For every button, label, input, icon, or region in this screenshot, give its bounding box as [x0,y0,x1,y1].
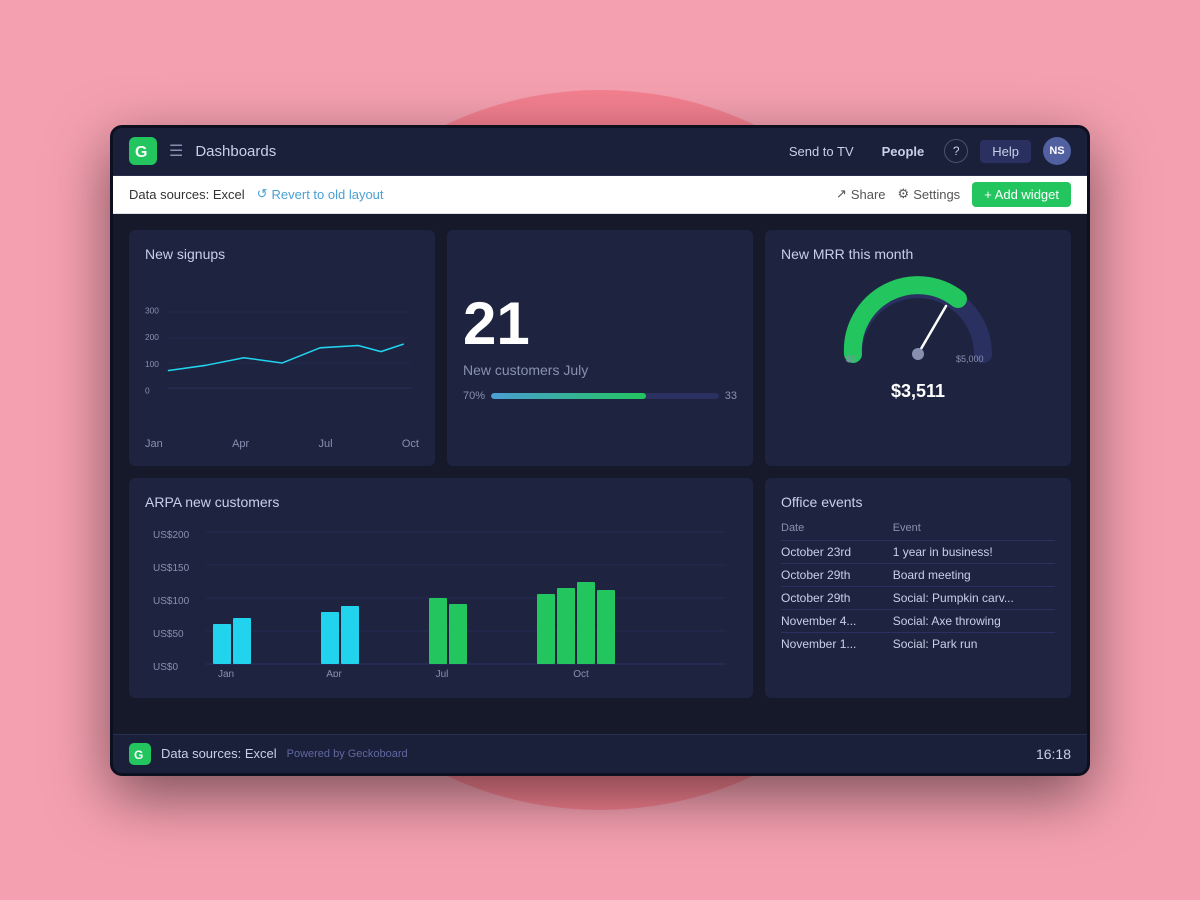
footer: G Data sources: Excel Powered by Geckobo… [113,734,1087,773]
table-row: October 29thSocial: Pumpkin carv... [781,586,1055,609]
share-button[interactable]: ↗ Share [836,186,886,202]
footer-powered: Powered by Geckoboard [287,748,408,760]
svg-text:Oct: Oct [573,669,589,677]
event-name: 1 year in business! [893,540,1055,563]
gauge-svg: $0 $5,000 [838,274,998,364]
customers-label: New customers July [463,362,737,378]
svg-text:Jul: Jul [436,669,449,677]
svg-text:US$50: US$50 [153,629,184,640]
svg-text:US$150: US$150 [153,563,190,574]
share-icon: ↗ [836,186,847,202]
svg-text:$0: $0 [846,354,856,364]
event-name: Social: Axe throwing [893,609,1055,632]
user-avatar[interactable]: NS [1043,137,1071,165]
x-label-jul: Jul [319,438,333,450]
event-date: November 4... [781,609,893,632]
progress-end-label: 33 [725,390,737,402]
signups-title: New signups [145,246,419,262]
svg-text:0: 0 [145,385,150,395]
svg-text:Apr: Apr [326,669,342,677]
customers-number: 21 [463,294,737,354]
svg-text:Jan: Jan [218,669,234,677]
dashboard-area: New signups 0 100 200 300 [113,214,1087,734]
x-label-apr: Apr [232,438,249,450]
svg-text:$5,000: $5,000 [956,354,984,364]
send-to-tv-button[interactable]: Send to TV [781,140,862,163]
office-events-widget: Office events Date Event October 23rd1 y… [765,478,1071,698]
dashboard-grid: New signups 0 100 200 300 [129,230,1071,698]
mrr-value: $3,511 [891,368,945,405]
geckoboard-logo: G [129,137,157,165]
new-signups-widget: New signups 0 100 200 300 [129,230,435,466]
event-date: November 1... [781,632,893,655]
svg-text:US$0: US$0 [153,662,178,673]
settings-button[interactable]: ⚙ Settings [898,186,961,202]
event-name: Board meeting [893,563,1055,586]
mrr-gauge: $0 $5,000 $3,511 [781,274,1055,405]
customers-progress: 70% 33 [463,390,737,402]
event-name: Social: Park run [893,632,1055,655]
arpa-chart-svg: US$0 US$50 US$100 US$150 US$200 [145,522,737,677]
nav-title: Dashboards [195,143,276,160]
events-title: Office events [781,494,1055,510]
table-row: November 1...Social: Park run [781,632,1055,655]
arpa-title: ARPA new customers [145,494,737,510]
events-table: Date Event October 23rd1 year in busines… [781,522,1055,655]
line-chart-svg: 0 100 200 300 [145,274,419,414]
table-row: October 29thBoard meeting [781,563,1055,586]
mrr-title: New MRR this month [781,246,1055,262]
progress-start-label: 70% [463,390,485,402]
events-col-date: Date [781,522,893,541]
datasource-label: Data sources: Excel [129,187,245,202]
events-col-event: Event [893,522,1055,541]
new-customers-widget: 21 New customers July 70% 33 [447,230,753,466]
signups-chart: 0 100 200 300 [145,274,419,434]
svg-text:100: 100 [145,358,159,368]
help-label-button[interactable]: Help [980,140,1031,163]
nav-bar: G ☰ Dashboards Send to TV People ? Help … [113,128,1087,176]
signups-x-labels: Jan Apr Jul Oct [145,438,419,450]
event-date: October 23rd [781,540,893,563]
new-mrr-widget: New MRR this month $0 $5,000 [765,230,1071,466]
revert-icon: ↺ [257,186,268,202]
svg-text:US$200: US$200 [153,530,190,541]
add-widget-button[interactable]: + Add widget [972,182,1071,207]
mrr-currency: $ [891,381,901,401]
arpa-widget: ARPA new customers US$0 US$50 US$100 US$… [129,478,753,698]
people-button[interactable]: People [874,140,933,163]
svg-text:200: 200 [145,332,159,342]
footer-logo: G [129,743,151,765]
hamburger-icon[interactable]: ☰ [169,141,183,161]
revert-layout-button[interactable]: ↺ Revert to old layout [257,186,384,202]
x-label-jan: Jan [145,438,163,450]
progress-bar-track [491,393,719,399]
svg-text:300: 300 [145,305,159,315]
progress-bar-fill [491,393,646,399]
table-row: October 23rd1 year in business! [781,540,1055,563]
x-label-oct: Oct [402,438,419,450]
event-date: October 29th [781,586,893,609]
arpa-chart-container: US$0 US$50 US$100 US$150 US$200 [145,522,737,682]
help-question-button[interactable]: ? [944,139,968,163]
footer-time: 16:18 [1036,746,1071,762]
settings-icon: ⚙ [898,186,910,202]
event-date: October 29th [781,563,893,586]
event-name: Social: Pumpkin carv... [893,586,1055,609]
table-row: November 4...Social: Axe throwing [781,609,1055,632]
app-window: G ☰ Dashboards Send to TV People ? Help … [110,125,1090,776]
svg-text:G: G [135,144,147,161]
svg-text:G: G [134,748,143,762]
footer-datasource: Data sources: Excel [161,746,277,761]
svg-text:US$100: US$100 [153,596,190,607]
toolbar: Data sources: Excel ↺ Revert to old layo… [113,176,1087,214]
